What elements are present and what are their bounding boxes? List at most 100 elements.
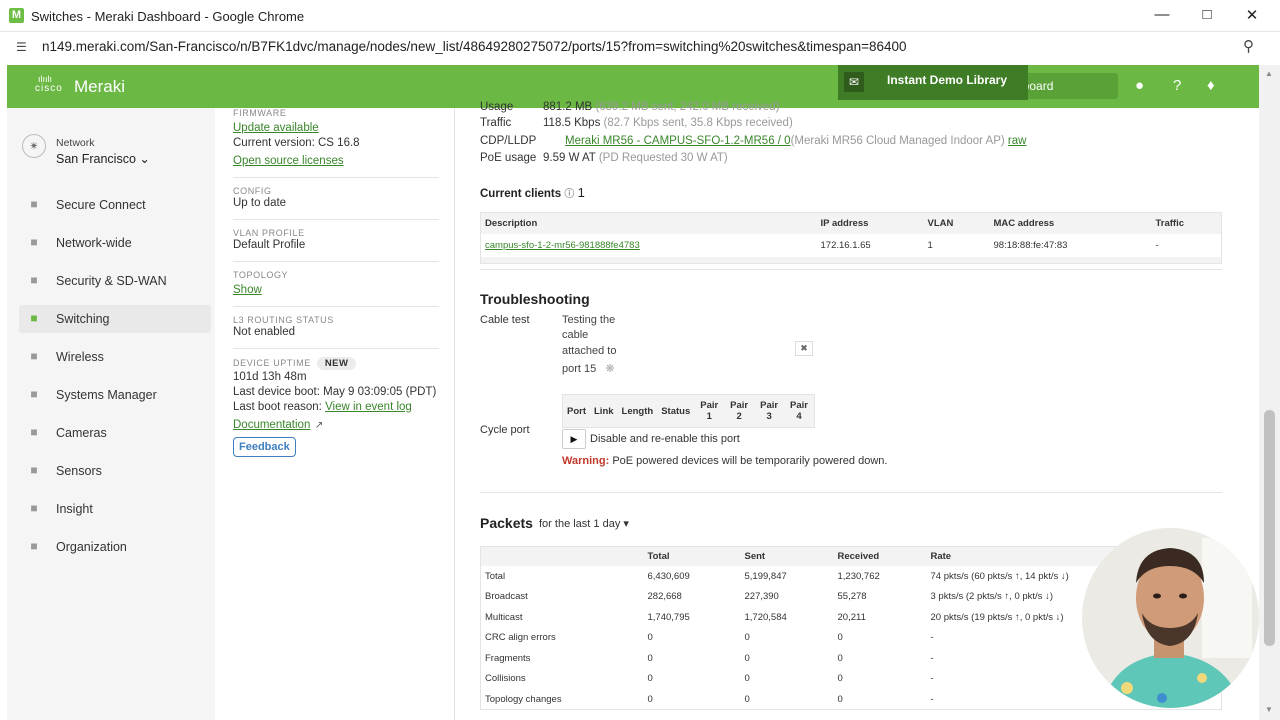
column-header[interactable]: Pair 4 [784, 394, 815, 428]
table-cell: - [1155, 240, 1159, 251]
bar-chart-icon: ■ [30, 501, 38, 515]
current-clients-heading: Current clients ⓘ 1 [480, 185, 585, 200]
troubleshooting-title: Troubleshooting [480, 291, 590, 307]
uptime-value: 101d 13h 48m [233, 371, 307, 383]
table-cell: 0 [647, 632, 653, 644]
scroll-down-arrow-icon[interactable]: ▼ [1265, 705, 1273, 714]
cable-test-status: Testing the cable attached to port 15 ❋ [562, 314, 617, 375]
device-details: FIRMWARE Update available Current versio… [233, 108, 439, 457]
close-window-button[interactable]: ✕ [1237, 6, 1267, 26]
help-icon[interactable]: ? [1173, 77, 1181, 94]
vlan-profile-value: Default Profile [233, 239, 306, 251]
update-available-link[interactable]: Update available [233, 122, 319, 134]
divider [233, 348, 439, 349]
sidebar-item-systems-manager[interactable]: ■ Systems Manager [19, 381, 211, 409]
documentation-link[interactable]: Documentation [233, 419, 310, 431]
last-boot-reason: Last boot reason: View in event log [233, 401, 412, 413]
table-row: Topology changes 0 0 0- [481, 689, 1222, 710]
switch-icon: ■ [30, 311, 38, 325]
building-icon: ■ [30, 539, 38, 553]
network-value[interactable]: San Francisco ⌄ [56, 151, 150, 166]
sidebar-item-label: Secure Connect [56, 198, 146, 212]
cdp-neighbor-link[interactable]: Meraki MR56 - CAMPUS-SFO-1.2-MR56 / 0 [565, 135, 791, 147]
divider [233, 306, 439, 307]
raw-link[interactable]: raw [1008, 135, 1027, 147]
table-cell: 55,278 [837, 591, 867, 603]
column-header[interactable]: Sent [740, 546, 834, 566]
url-text[interactable]: n149.meraki.com/San-Francisco/n/B7FK1dvc… [42, 39, 907, 54]
column-header[interactable]: Link [590, 394, 618, 428]
cycle-port-label: Cycle port [480, 424, 530, 436]
client-description-link[interactable]: campus-sfo-1-2-mr56-981888fe4783 [481, 234, 817, 257]
scrollbar-thumb[interactable] [1264, 410, 1275, 646]
demo-library-label[interactable]: Instant Demo Library [887, 73, 1007, 87]
presenter-image [1082, 528, 1259, 708]
usage-label: Usage [480, 101, 514, 113]
table-cell: 0 [744, 652, 750, 664]
instant-demo-library[interactable]: ✉ Instant Demo Library [838, 65, 1028, 100]
site-settings-icon[interactable]: ☰ [16, 40, 27, 54]
table-row[interactable]: campus-sfo-1-2-mr56-981888fe4783 172.16.1… [481, 234, 1222, 257]
column-header[interactable]: MAC address [989, 212, 1152, 234]
sidebar-item-cameras[interactable]: ■ Cameras [19, 419, 211, 447]
cdp-value: Meraki MR56 - CAMPUS-SFO-1.2-MR56 / 0(Me… [565, 135, 1027, 147]
section-divider [480, 492, 1222, 493]
table-footer [480, 257, 1222, 263]
last-boot: Last device boot: May 9 03:09:05 (PDT) [233, 386, 437, 398]
topology-show-link[interactable]: Show [233, 284, 262, 296]
feedback-button[interactable]: Feedback [233, 437, 296, 457]
sidebar-item-network-wide[interactable]: ■ Network-wide [19, 229, 211, 257]
loading-spinner-icon: ❋ [605, 362, 615, 375]
sidebar-item-security-sd-wan[interactable]: ■ Security & SD-WAN [19, 267, 211, 295]
open-source-link[interactable]: Open source licenses [233, 155, 344, 167]
minimize-button[interactable]: — [1147, 6, 1177, 26]
scroll-up-arrow-icon[interactable]: ▲ [1265, 69, 1273, 78]
info-icon[interactable]: ⓘ [564, 189, 574, 200]
column-header[interactable]: IP address [816, 212, 924, 234]
column-header[interactable] [480, 546, 644, 566]
page-scrollbar[interactable]: ▲ ▼ [1259, 65, 1280, 720]
sidebar-item-insight[interactable]: ■ Insight [19, 495, 211, 523]
column-header[interactable]: Description [480, 212, 817, 234]
column-header[interactable]: Traffic [1151, 212, 1222, 234]
new-badge: NEW [316, 357, 357, 370]
column-header[interactable]: Received [833, 546, 927, 566]
column-header[interactable]: Length [617, 394, 658, 428]
sidebar-item-label: Switching [56, 312, 110, 326]
current-version: Current version: CS 16.8 [233, 137, 360, 149]
user-icon[interactable]: ● [1135, 77, 1144, 94]
event-log-link[interactable]: View in event log [325, 401, 412, 413]
sidebar-item-sensors[interactable]: ■ Sensors [19, 457, 211, 485]
column-header[interactable]: Pair 1 [694, 394, 725, 428]
zoom-icon[interactable]: ⚲ [1243, 37, 1254, 55]
network-label: Network [56, 137, 95, 149]
table-cell: 1,720,584 [744, 611, 787, 623]
sidebar-item-secure-connect[interactable]: ■ Secure Connect [19, 191, 211, 219]
table-cell: 0 [837, 693, 843, 705]
column-header[interactable]: Total [643, 546, 741, 566]
column-header[interactable]: VLAN [923, 212, 990, 234]
maximize-button[interactable]: □ [1192, 6, 1222, 26]
column-header[interactable]: Pair 2 [724, 394, 755, 428]
table-cell: 282,668 [647, 591, 682, 603]
play-icon[interactable]: ▶ [562, 429, 586, 449]
clients-count: 1 [577, 185, 585, 200]
traffic-value: 118.5 Kbps (82.7 Kbps sent, 35.8 Kbps re… [543, 117, 793, 129]
usage-value: 881.2 MB (639.2 MB sent, 242.0 MB receiv… [543, 101, 780, 113]
table-cell: 5,199,847 [744, 570, 787, 582]
table-cell: 1,740,795 [647, 611, 690, 623]
divider [233, 261, 439, 262]
sidebar-item-organization[interactable]: ■ Organization [19, 533, 211, 561]
poe-warning: Warning: PoE powered devices will be tem… [562, 455, 888, 467]
address-bar[interactable]: ☰ n149.meraki.com/San-Francisco/n/B7FK1d… [0, 32, 1280, 62]
column-header[interactable]: Port [562, 394, 590, 428]
column-header[interactable]: Pair 3 [754, 394, 785, 428]
table-cell: 1 [927, 240, 933, 251]
close-cable-test-button[interactable]: ✖ [795, 341, 813, 356]
bell-icon[interactable]: ♦ [1207, 77, 1215, 94]
sidebar-item-switching[interactable]: ■ Switching [19, 305, 211, 333]
chat-icon[interactable]: ✉ [844, 72, 864, 92]
sidebar-item-wireless[interactable]: ■ Wireless [19, 343, 211, 371]
packets-range-dropdown[interactable]: for the last 1 day ▾ [539, 517, 629, 530]
column-header[interactable]: Status [657, 394, 695, 428]
